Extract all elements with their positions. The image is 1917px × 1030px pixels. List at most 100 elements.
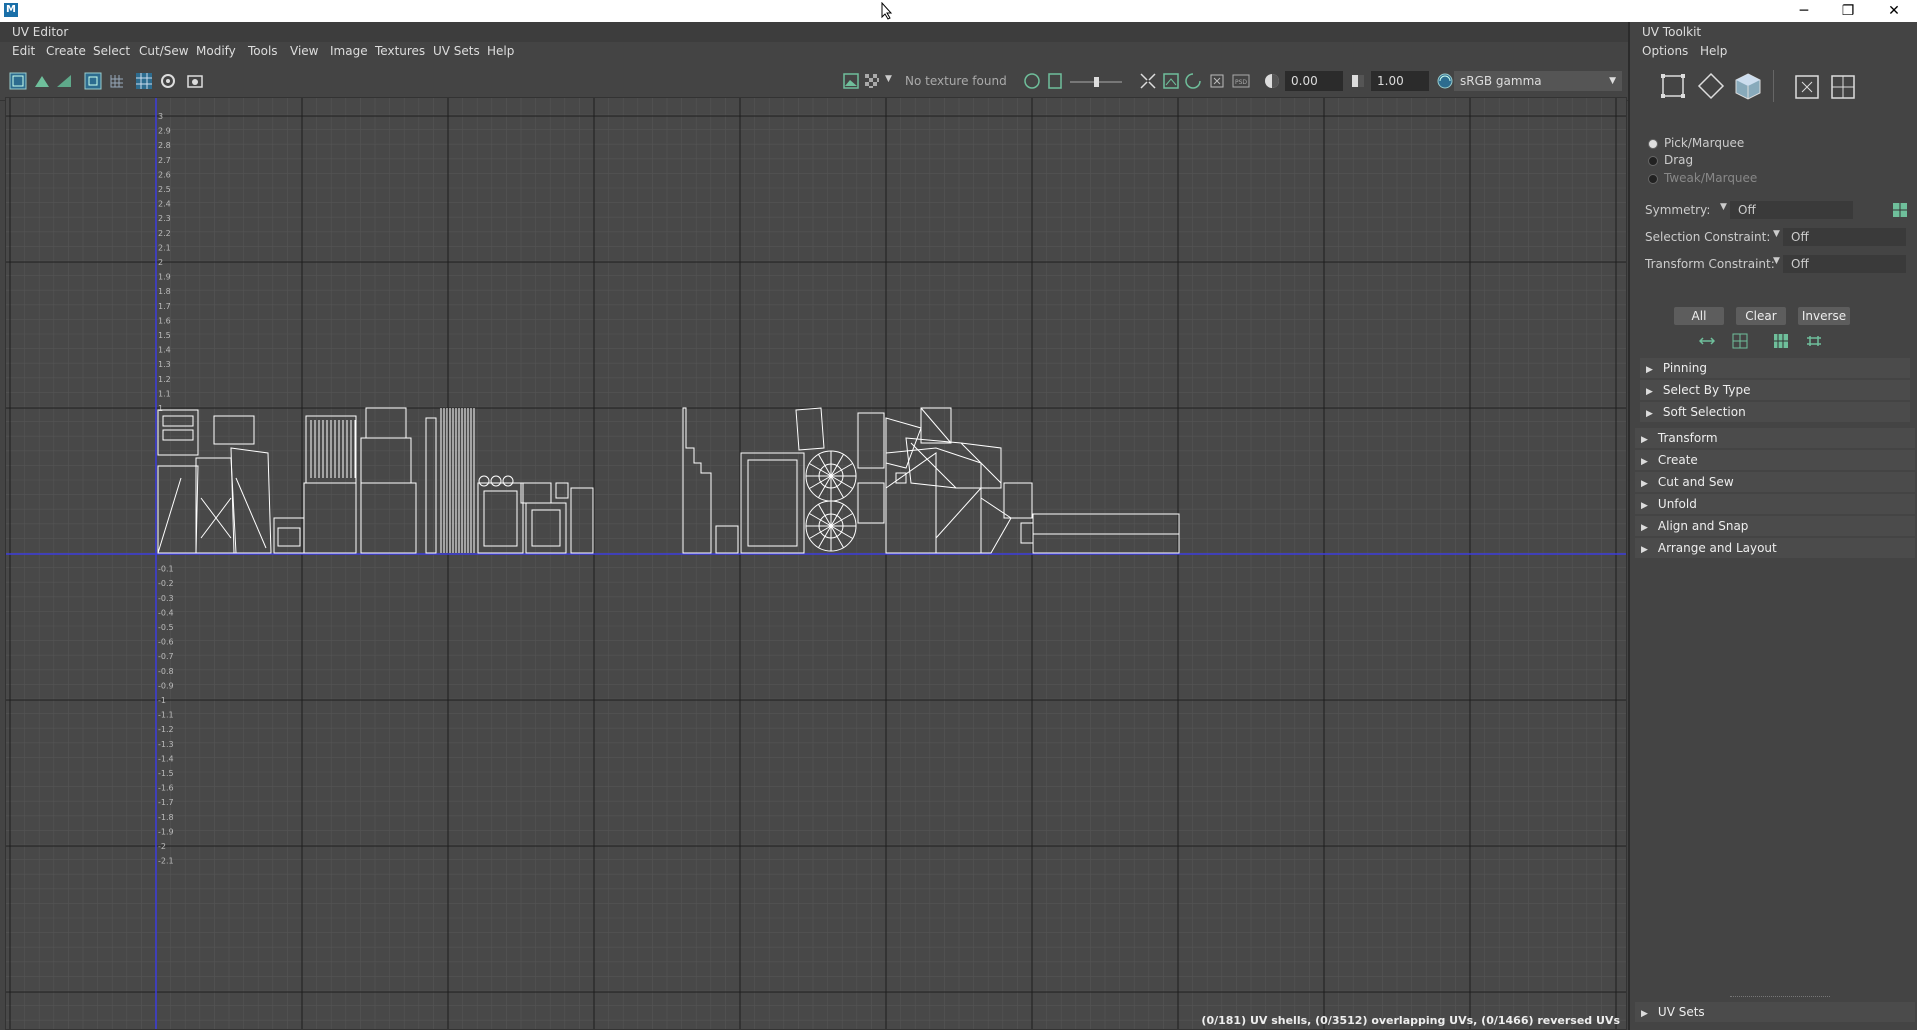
checker-tiles-icon[interactable] xyxy=(863,72,881,90)
expand-arrow-icon: ▶ xyxy=(1641,435,1648,445)
toolbar-separator xyxy=(1773,70,1774,102)
radio-label: Drag xyxy=(1664,153,1694,167)
window-titlebar: M ─ ❐ ✕ xyxy=(0,0,1917,22)
section-arrange-and-layout[interactable]: ▶ Arrange and Layout xyxy=(1635,538,1915,558)
section-uv-sets[interactable]: ▶ UV Sets xyxy=(1635,1002,1915,1022)
radio-drag[interactable]: Drag xyxy=(1648,153,1693,167)
restore-button[interactable]: ❐ xyxy=(1826,0,1870,22)
menu-tools[interactable]: Tools xyxy=(248,44,278,58)
transform-constraint-row: Transform Constraint: ▼ Off xyxy=(1645,253,1910,275)
isolate-icon[interactable] xyxy=(1184,72,1202,90)
section-create[interactable]: ▶ Create xyxy=(1635,450,1915,470)
toolkit-menu-help[interactable]: Help xyxy=(1700,44,1727,58)
menu-modify[interactable]: Modify xyxy=(196,44,236,58)
uv-edge-mode-icon[interactable] xyxy=(1697,72,1725,100)
v-axis-label: -1.2 xyxy=(158,725,174,734)
resize-handle[interactable] xyxy=(1730,996,1830,998)
uv-toolkit-title: UV Toolkit xyxy=(1630,22,1917,42)
snapshot-icon[interactable] xyxy=(186,72,204,90)
grow-selection-icon[interactable] xyxy=(1699,333,1715,349)
section-pinning[interactable]: ▶ Pinning xyxy=(1640,358,1910,378)
v-axis-label: -0.9 xyxy=(158,681,174,690)
select-all-button[interactable]: All xyxy=(1674,307,1724,325)
expand-arrow-icon: ▶ xyxy=(1641,545,1648,555)
display-grid-icon[interactable] xyxy=(84,72,102,90)
menu-edit[interactable]: Edit xyxy=(12,44,35,58)
color-space-dropdown[interactable]: sRGB gamma ▼ xyxy=(1454,71,1622,91)
dim-image-slider[interactable] xyxy=(1070,76,1122,88)
psd-icon[interactable]: PSD xyxy=(1232,72,1250,90)
image-display-icon[interactable] xyxy=(842,72,860,90)
uv-distortion-icon[interactable] xyxy=(33,72,51,90)
radio-tweak-marquee[interactable]: Tweak/Marquee xyxy=(1648,171,1757,185)
gamma-field[interactable]: 1.00 xyxy=(1371,71,1429,91)
uv-shell-mode-icon[interactable] xyxy=(1659,72,1687,100)
invert-selection-button[interactable]: Inverse xyxy=(1798,307,1850,325)
toolkit-menu-options[interactable]: Options xyxy=(1642,44,1688,58)
select-shortest-path-icon[interactable] xyxy=(1806,333,1822,349)
image-ratio-icon[interactable] xyxy=(1046,72,1064,90)
uv-viewport[interactable]: 3 2.9 2.8 2.7 2.6 2.5 2.4 2.3 2.2 2.1 2 1.9 1.8 1.7 1.… xyxy=(5,97,1627,1030)
symmetry-value[interactable]: Off xyxy=(1730,201,1853,219)
selection-constraint-dropdown-icon[interactable]: ▼ xyxy=(1773,229,1780,239)
clear-selection-button[interactable]: Clear xyxy=(1736,307,1786,325)
expand-arrow-icon: ▶ xyxy=(1646,365,1653,375)
transform-constraint-label: Transform Constraint: xyxy=(1645,257,1775,271)
menu-view[interactable]: View xyxy=(290,44,318,58)
v-axis-label: 2 xyxy=(158,258,163,267)
transform-constraint-dropdown-icon[interactable]: ▼ xyxy=(1773,256,1780,266)
radio-pick-marquee[interactable]: Pick/Marquee xyxy=(1648,136,1744,150)
uv-checker-icon[interactable] xyxy=(55,72,73,90)
v-axis-label: -0.1 xyxy=(158,565,174,574)
snap-grid-icon[interactable] xyxy=(108,72,126,90)
minimize-button[interactable]: ─ xyxy=(1782,0,1826,22)
symmetry-dropdown-icon[interactable]: ▼ xyxy=(1720,202,1727,212)
symmetry-grid-icon[interactable] xyxy=(1892,202,1908,218)
v-axis-label: 1.8 xyxy=(158,287,171,296)
image-range-icon[interactable] xyxy=(1162,72,1180,90)
frame-icon[interactable] xyxy=(1208,72,1226,90)
gamma-icon[interactable] xyxy=(1349,72,1367,90)
section-soft-selection[interactable]: ▶ Soft Selection xyxy=(1640,402,1910,422)
section-align-and-snap[interactable]: ▶ Align and Snap xyxy=(1635,516,1915,536)
checker-dropdown-icon[interactable]: ▼ xyxy=(885,74,892,84)
v-axis-label: 1.6 xyxy=(158,316,171,325)
v-axis-label: 2.9 xyxy=(158,127,171,136)
v-axis-label: 1.9 xyxy=(158,273,171,282)
close-button[interactable]: ✕ xyxy=(1872,0,1916,22)
v-axis-label: -1.7 xyxy=(158,798,174,807)
menu-uv-sets[interactable]: UV Sets xyxy=(433,44,480,58)
uv-editor-title: UV Editor xyxy=(0,22,1628,42)
v-axis-label: 1.7 xyxy=(158,302,171,311)
menu-image[interactable]: Image xyxy=(330,44,368,58)
section-transform[interactable]: ▶ Transform xyxy=(1635,428,1915,448)
menu-textures[interactable]: Textures xyxy=(375,44,425,58)
selection-constraint-value[interactable]: Off xyxy=(1783,228,1906,246)
exposure-field[interactable]: 0.00 xyxy=(1285,71,1343,91)
section-label: Select By Type xyxy=(1662,383,1751,397)
transform-constraint-value[interactable]: Off xyxy=(1783,255,1906,273)
rgb-channels-icon[interactable] xyxy=(1023,72,1041,90)
pixel-snap-icon[interactable] xyxy=(159,72,177,90)
select-border-icon[interactable] xyxy=(1773,333,1789,349)
uv-editor-toolbar: ▼ No texture found PSD 0.00 1.00 sRGB ga… xyxy=(0,62,1628,101)
uv-face-mode-icon[interactable] xyxy=(1733,71,1763,101)
filter-icon[interactable] xyxy=(1139,72,1157,90)
exposure-icon[interactable] xyxy=(1263,72,1281,90)
uv-tile-icon[interactable] xyxy=(1794,74,1820,100)
menu-cut-sew[interactable]: Cut/Sew xyxy=(139,44,189,58)
menu-help[interactable]: Help xyxy=(487,44,514,58)
shrink-selection-icon[interactable] xyxy=(1732,333,1748,349)
expand-arrow-icon: ▶ xyxy=(1641,1009,1648,1019)
menu-create[interactable]: Create xyxy=(46,44,86,58)
section-select-by-type[interactable]: ▶ Select By Type xyxy=(1640,380,1910,400)
section-cut-and-sew[interactable]: ▶ Cut and Sew xyxy=(1635,472,1915,492)
menu-select[interactable]: Select xyxy=(93,44,130,58)
grid-toggle-icon[interactable] xyxy=(135,72,153,90)
v-axis-label: -1.9 xyxy=(158,827,174,836)
uv-grid-icon[interactable] xyxy=(1830,74,1856,100)
section-label: Align and Snap xyxy=(1657,519,1749,533)
uv-shaded-icon[interactable] xyxy=(9,72,27,90)
color-management-icon[interactable] xyxy=(1436,72,1454,90)
section-unfold[interactable]: ▶ Unfold xyxy=(1635,494,1915,514)
